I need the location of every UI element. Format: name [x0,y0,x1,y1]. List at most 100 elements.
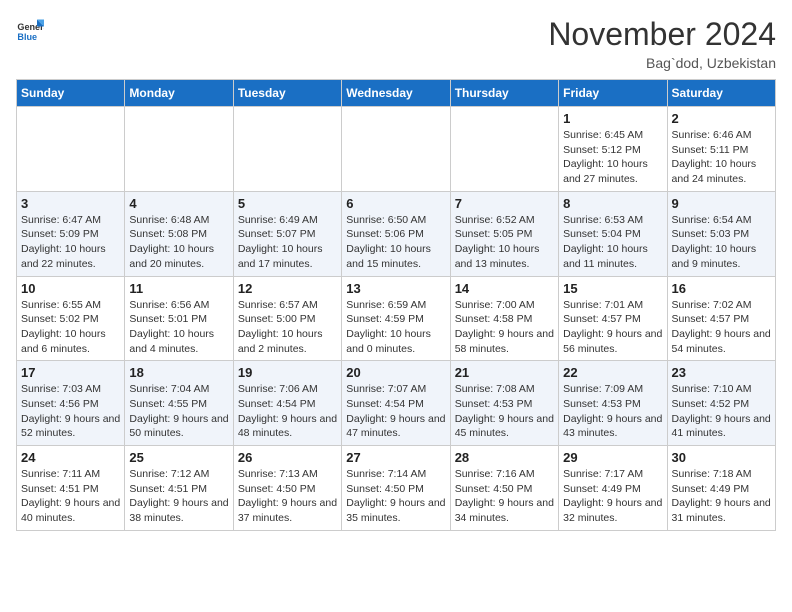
day-info: Sunrise: 6:52 AM Sunset: 5:05 PM Dayligh… [455,213,554,272]
calendar-cell: 7 Sunrise: 6:52 AM Sunset: 5:05 PM Daylig… [450,191,558,276]
day-info: Sunrise: 7:04 AM Sunset: 4:55 PM Dayligh… [129,382,228,441]
day-info: Sunrise: 6:50 AM Sunset: 5:06 PM Dayligh… [346,213,445,272]
day-number: 17 [21,365,120,380]
day-info: Sunrise: 7:11 AM Sunset: 4:51 PM Dayligh… [21,467,120,526]
day-number: 30 [672,450,771,465]
calendar-cell: 26 Sunrise: 7:13 AM Sunset: 4:50 PM Dayli… [233,446,341,531]
calendar-cell: 18 Sunrise: 7:04 AM Sunset: 4:55 PM Dayli… [125,361,233,446]
calendar-cell: 4 Sunrise: 6:48 AM Sunset: 5:08 PM Daylig… [125,191,233,276]
weekday-header: Saturday [667,80,775,107]
day-number: 2 [672,111,771,126]
day-info: Sunrise: 7:07 AM Sunset: 4:54 PM Dayligh… [346,382,445,441]
day-info: Sunrise: 6:45 AM Sunset: 5:12 PM Dayligh… [563,128,662,187]
day-info: Sunrise: 6:49 AM Sunset: 5:07 PM Dayligh… [238,213,337,272]
day-number: 14 [455,281,554,296]
calendar-cell: 30 Sunrise: 7:18 AM Sunset: 4:49 PM Dayli… [667,446,775,531]
day-number: 7 [455,196,554,211]
day-info: Sunrise: 7:09 AM Sunset: 4:53 PM Dayligh… [563,382,662,441]
weekday-header: Thursday [450,80,558,107]
day-number: 4 [129,196,228,211]
day-info: Sunrise: 7:08 AM Sunset: 4:53 PM Dayligh… [455,382,554,441]
weekday-header: Monday [125,80,233,107]
calendar-cell [125,107,233,192]
calendar-cell: 20 Sunrise: 7:07 AM Sunset: 4:54 PM Dayli… [342,361,450,446]
day-number: 23 [672,365,771,380]
day-number: 8 [563,196,662,211]
day-number: 13 [346,281,445,296]
day-number: 21 [455,365,554,380]
calendar-cell: 15Sunrise: 7:01 AM Sunset: 4:57 PM Dayli… [559,276,667,361]
calendar-cell [17,107,125,192]
month-title: November 2024 [548,16,776,53]
calendar-cell: 23 Sunrise: 7:10 AM Sunset: 4:52 PM Dayli… [667,361,775,446]
calendar-cell: 28 Sunrise: 7:16 AM Sunset: 4:50 PM Dayli… [450,446,558,531]
svg-text:Blue: Blue [17,32,37,42]
day-info: Sunrise: 7:12 AM Sunset: 4:51 PM Dayligh… [129,467,228,526]
day-info: Sunrise: 6:46 AM Sunset: 5:11 PM Dayligh… [672,128,771,187]
day-info: Sunrise: 7:16 AM Sunset: 4:50 PM Dayligh… [455,467,554,526]
day-info: Sunrise: 6:56 AM Sunset: 5:01 PM Dayligh… [129,298,228,357]
day-info: Sunrise: 6:55 AM Sunset: 5:02 PM Dayligh… [21,298,120,357]
day-number: 9 [672,196,771,211]
calendar-cell: 24Sunrise: 7:11 AM Sunset: 4:51 PM Dayli… [17,446,125,531]
weekday-header: Tuesday [233,80,341,107]
day-info: Sunrise: 7:18 AM Sunset: 4:49 PM Dayligh… [672,467,771,526]
day-number: 20 [346,365,445,380]
day-number: 11 [129,281,228,296]
logo: General Blue [16,16,44,44]
day-number: 28 [455,450,554,465]
calendar-cell: 10 Sunrise: 6:55 AM Sunset: 5:02 PM Dayli… [17,276,125,361]
calendar-cell: 17 Sunrise: 7:03 AM Sunset: 4:56 PM Dayli… [17,361,125,446]
day-number: 26 [238,450,337,465]
day-number: 22 [563,365,662,380]
calendar-cell: 3 Sunrise: 6:47 AM Sunset: 5:09 PM Daylig… [17,191,125,276]
day-info: Sunrise: 6:54 AM Sunset: 5:03 PM Dayligh… [672,213,771,272]
calendar-cell: 12 Sunrise: 6:57 AM Sunset: 5:00 PM Dayli… [233,276,341,361]
day-info: Sunrise: 6:53 AM Sunset: 5:04 PM Dayligh… [563,213,662,272]
day-info: Sunrise: 7:14 AM Sunset: 4:50 PM Dayligh… [346,467,445,526]
calendar-cell: 29Sunrise: 7:17 AM Sunset: 4:49 PM Dayli… [559,446,667,531]
calendar-table: SundayMondayTuesdayWednesdayThursdayFrid… [16,79,776,531]
calendar-cell: 8 Sunrise: 6:53 AM Sunset: 5:04 PM Daylig… [559,191,667,276]
day-info: Sunrise: 6:47 AM Sunset: 5:09 PM Dayligh… [21,213,120,272]
day-info: Sunrise: 6:48 AM Sunset: 5:08 PM Dayligh… [129,213,228,272]
day-number: 18 [129,365,228,380]
day-number: 3 [21,196,120,211]
calendar-cell: 9 Sunrise: 6:54 AM Sunset: 5:03 PM Daylig… [667,191,775,276]
location: Bag`dod, Uzbekistan [548,55,776,71]
calendar-cell: 25 Sunrise: 7:12 AM Sunset: 4:51 PM Dayli… [125,446,233,531]
day-number: 6 [346,196,445,211]
calendar-cell: 2 Sunrise: 6:46 AM Sunset: 5:11 PM Daylig… [667,107,775,192]
calendar-cell: 16 Sunrise: 7:02 AM Sunset: 4:57 PM Dayli… [667,276,775,361]
day-info: Sunrise: 7:10 AM Sunset: 4:52 PM Dayligh… [672,382,771,441]
calendar-cell [342,107,450,192]
day-number: 16 [672,281,771,296]
calendar-cell: 27 Sunrise: 7:14 AM Sunset: 4:50 PM Dayli… [342,446,450,531]
calendar-cell: 22 Sunrise: 7:09 AM Sunset: 4:53 PM Dayli… [559,361,667,446]
calendar-cell: 11 Sunrise: 6:56 AM Sunset: 5:01 PM Dayli… [125,276,233,361]
calendar-cell: 19 Sunrise: 7:06 AM Sunset: 4:54 PM Dayli… [233,361,341,446]
day-info: Sunrise: 7:13 AM Sunset: 4:50 PM Dayligh… [238,467,337,526]
calendar-cell: 14 Sunrise: 7:00 AM Sunset: 4:58 PM Dayli… [450,276,558,361]
calendar-cell: 1Sunrise: 6:45 AM Sunset: 5:12 PM Daylig… [559,107,667,192]
weekday-header: Wednesday [342,80,450,107]
calendar-cell [450,107,558,192]
title-block: November 2024 Bag`dod, Uzbekistan [548,16,776,71]
day-number: 25 [129,450,228,465]
day-info: Sunrise: 7:06 AM Sunset: 4:54 PM Dayligh… [238,382,337,441]
day-info: Sunrise: 6:57 AM Sunset: 5:00 PM Dayligh… [238,298,337,357]
calendar-cell: 5Sunrise: 6:49 AM Sunset: 5:07 PM Daylig… [233,191,341,276]
day-info: Sunrise: 7:03 AM Sunset: 4:56 PM Dayligh… [21,382,120,441]
day-number: 10 [21,281,120,296]
day-info: Sunrise: 7:02 AM Sunset: 4:57 PM Dayligh… [672,298,771,357]
day-info: Sunrise: 6:59 AM Sunset: 4:59 PM Dayligh… [346,298,445,357]
page-header: General Blue November 2024 Bag`dod, Uzbe… [16,16,776,71]
weekday-header: Sunday [17,80,125,107]
day-info: Sunrise: 7:01 AM Sunset: 4:57 PM Dayligh… [563,298,662,357]
day-number: 19 [238,365,337,380]
calendar-cell: 6 Sunrise: 6:50 AM Sunset: 5:06 PM Daylig… [342,191,450,276]
day-info: Sunrise: 7:00 AM Sunset: 4:58 PM Dayligh… [455,298,554,357]
day-number: 12 [238,281,337,296]
weekday-header: Friday [559,80,667,107]
day-number: 27 [346,450,445,465]
